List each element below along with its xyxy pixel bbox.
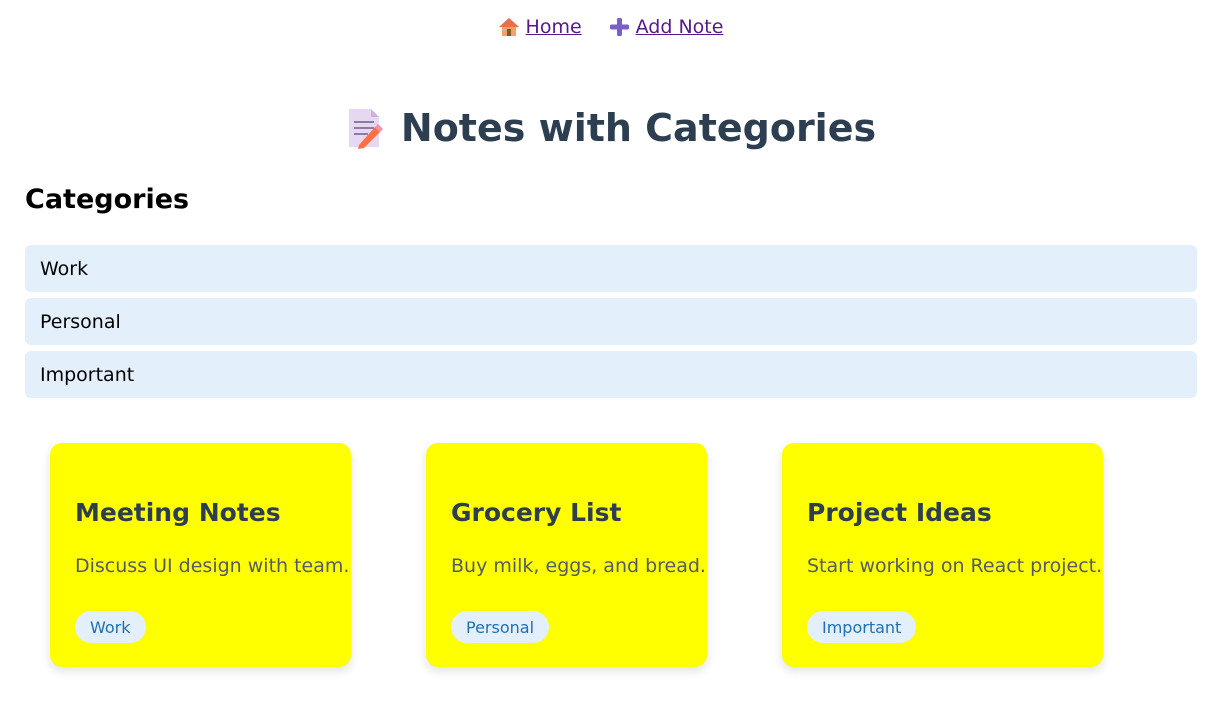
note-title: Grocery List bbox=[451, 498, 622, 527]
category-list: Work Personal Important bbox=[25, 245, 1197, 404]
note-title: Meeting Notes bbox=[75, 498, 281, 527]
category-item-work[interactable]: Work bbox=[25, 245, 1197, 292]
notes-grid: Meeting Notes Discuss UI design with tea… bbox=[0, 443, 1221, 673]
note-card[interactable]: Project Ideas Start working on React pro… bbox=[782, 443, 1103, 667]
top-nav: Home Add Note bbox=[0, 16, 1221, 38]
note-content: Discuss UI design with team. bbox=[75, 555, 350, 577]
page-title: Notes with Categories bbox=[0, 106, 1221, 150]
note-card[interactable]: Grocery List Buy milk, eggs, and bread. … bbox=[426, 443, 707, 667]
note-content: Buy milk, eggs, and bread. bbox=[451, 555, 706, 577]
category-item-important[interactable]: Important bbox=[25, 351, 1197, 398]
note-content: Start working on React project. bbox=[807, 555, 1103, 577]
add-note-link-label: Add Note bbox=[635, 16, 724, 38]
add-note-link[interactable]: Add Note bbox=[608, 16, 724, 38]
page-title-text: Notes with Categories bbox=[400, 106, 877, 150]
note-card[interactable]: Meeting Notes Discuss UI design with tea… bbox=[50, 443, 351, 667]
note-title: Project Ideas bbox=[807, 498, 992, 527]
house-icon bbox=[498, 18, 519, 36]
page: Home Add Note Notes with Categories Cate… bbox=[0, 0, 1221, 718]
home-link-label: Home bbox=[525, 16, 582, 38]
memo-icon bbox=[348, 109, 383, 149]
categories-heading: Categories bbox=[25, 184, 190, 215]
category-item-personal[interactable]: Personal bbox=[25, 298, 1197, 345]
category-label: Work bbox=[40, 257, 89, 280]
home-link[interactable]: Home bbox=[498, 16, 582, 38]
plus-icon bbox=[609, 18, 629, 36]
note-category-badge: Personal bbox=[451, 611, 550, 643]
category-label: Personal bbox=[40, 310, 121, 333]
note-category-badge: Work bbox=[75, 611, 146, 643]
category-label: Important bbox=[40, 363, 135, 386]
note-category-badge: Important bbox=[807, 611, 917, 643]
